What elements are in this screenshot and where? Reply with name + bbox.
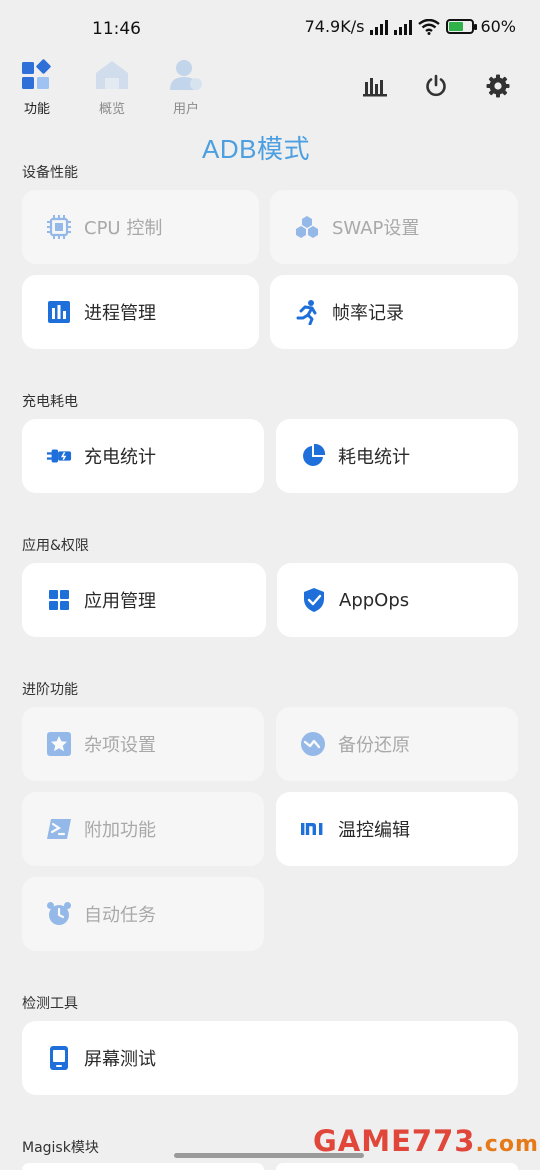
section-title-magisk: Magisk模块 <box>22 1140 99 1156</box>
star-box-icon <box>46 731 72 757</box>
terminal-icon <box>46 816 72 842</box>
thermal-editor-card[interactable]: 温控编辑 <box>276 792 518 866</box>
phone-screen-icon <box>46 1045 72 1071</box>
magisk-card[interactable] <box>276 1163 518 1170</box>
gear-icon <box>486 74 510 98</box>
tab-label: 概览 <box>98 102 125 117</box>
hexagons-icon <box>294 214 320 240</box>
home-icon <box>96 61 128 89</box>
app-manager-card[interactable]: 应用管理 <box>22 563 266 637</box>
power-usage-card[interactable]: 耗电统计 <box>276 419 518 493</box>
status-bar: 11:46 74.9K/s 60% <box>0 0 540 58</box>
mode-label: ADB模式 <box>202 134 310 164</box>
card-label: 自动任务 <box>84 905 156 926</box>
watermark-text: GAME773 <box>313 1124 476 1158</box>
section-title-performance: 设备性能 <box>22 165 78 181</box>
backup-icon <box>300 731 326 757</box>
top-navigation: 功能 概览 用户 <box>0 58 540 122</box>
process-manager-card[interactable]: 进程管理 <box>22 275 259 349</box>
signal-icon <box>370 19 389 35</box>
status-icons: 74.9K/s 60% <box>305 17 516 36</box>
card-label: 屏幕测试 <box>84 1049 156 1070</box>
section-title-apps: 应用&权限 <box>22 538 89 554</box>
watermark-logo: GAME773.com <box>313 1124 539 1158</box>
pie-chart-icon <box>300 443 326 469</box>
running-person-icon <box>294 299 320 325</box>
card-label: 附加功能 <box>84 820 156 841</box>
backup-restore-card[interactable]: 备份还原 <box>276 707 518 781</box>
misc-settings-card[interactable]: 杂项设置 <box>22 707 264 781</box>
tab-user[interactable]: 用户 <box>156 58 216 117</box>
card-label: 进程管理 <box>84 303 156 324</box>
cpu-control-card[interactable]: CPU 控制 <box>22 190 259 264</box>
battery-fill <box>449 22 463 31</box>
wifi-icon <box>418 18 441 35</box>
mi-logo-icon <box>300 816 326 842</box>
appops-card[interactable]: AppOps <box>277 563 518 637</box>
bar-chart-icon <box>363 78 387 97</box>
power-button[interactable] <box>422 72 450 100</box>
screen-test-card[interactable]: 屏幕测试 <box>22 1021 518 1095</box>
fps-record-card[interactable]: 帧率记录 <box>270 275 518 349</box>
charger-plug-icon <box>46 443 72 469</box>
charge-stats-card[interactable]: 充电统计 <box>22 419 264 493</box>
section-title-charging: 充电耗电 <box>22 394 78 410</box>
network-speed: 74.9K/s <box>304 17 365 36</box>
bar-chart-box-icon <box>46 299 72 325</box>
card-label: 杂项设置 <box>84 735 156 756</box>
grid-diamond-icon <box>22 59 51 89</box>
card-label: 帧率记录 <box>332 303 404 324</box>
tab-functions[interactable]: 功能 <box>7 58 67 117</box>
battery-icon <box>446 19 478 34</box>
statistics-button[interactable] <box>361 72 389 100</box>
status-time: 11:46 <box>92 19 141 39</box>
user-icon <box>170 60 202 90</box>
power-icon <box>426 74 446 97</box>
card-label: 温控编辑 <box>338 820 410 841</box>
card-label: AppOps <box>339 589 410 611</box>
card-label: SWAP设置 <box>332 218 420 239</box>
watermark-suffix: .com <box>475 1132 539 1157</box>
magisk-card[interactable] <box>22 1163 264 1170</box>
swap-settings-card[interactable]: SWAP设置 <box>270 190 518 264</box>
card-label: CPU 控制 <box>84 218 163 239</box>
section-title-advanced: 进阶功能 <box>22 682 78 698</box>
settings-button[interactable] <box>484 72 512 100</box>
card-label: 备份还原 <box>338 735 410 756</box>
card-label: 充电统计 <box>84 447 156 468</box>
four-squares-icon <box>46 587 72 613</box>
auto-tasks-card[interactable]: 自动任务 <box>22 877 264 951</box>
chip-icon <box>46 214 72 240</box>
extra-features-card[interactable]: 附加功能 <box>22 792 264 866</box>
alarm-clock-icon <box>46 901 72 927</box>
card-label: 应用管理 <box>84 591 156 612</box>
tab-label: 用户 <box>172 102 199 117</box>
section-title-tools: 检测工具 <box>22 996 78 1012</box>
battery-percent: 60% <box>480 17 516 36</box>
card-label: 耗电统计 <box>338 447 410 468</box>
signal-icon <box>394 19 413 35</box>
tab-label: 功能 <box>23 102 50 117</box>
shield-check-icon <box>301 587 327 613</box>
tab-overview[interactable]: 概览 <box>82 58 142 117</box>
